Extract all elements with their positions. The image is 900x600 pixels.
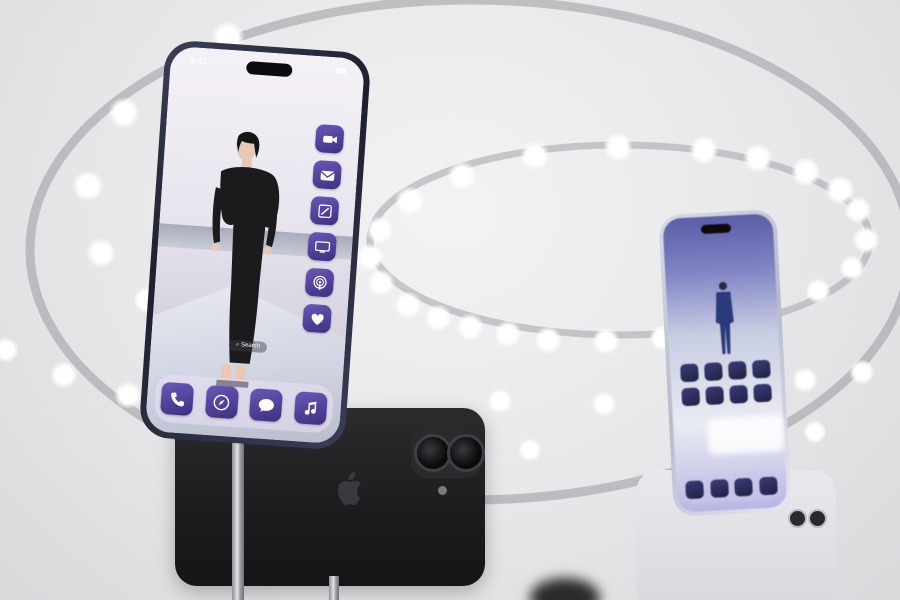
phone-frame xyxy=(658,209,792,517)
phone-icon[interactable] xyxy=(160,381,195,417)
product-display-scene: 9:41 ▮▮▮ ⌕ Search xyxy=(0,0,900,600)
phone-icon[interactable] xyxy=(685,480,705,500)
app-icon[interactable] xyxy=(703,362,723,382)
camera-module xyxy=(788,506,828,532)
status-time: 9:41 xyxy=(190,56,207,67)
phone-frame: 9:41 ▮▮▮ ⌕ Search xyxy=(138,39,372,451)
light-glare xyxy=(706,415,785,455)
app-icon[interactable] xyxy=(729,384,749,404)
apple-logo-icon xyxy=(338,472,361,505)
app-icon[interactable] xyxy=(680,363,699,383)
safari-compass-icon[interactable] xyxy=(709,479,729,498)
camera-module xyxy=(411,426,485,478)
search-label: Search xyxy=(240,342,261,350)
app-grid xyxy=(680,359,774,407)
music-icon[interactable] xyxy=(758,476,778,496)
camera-lens xyxy=(808,509,827,528)
app-icon[interactable] xyxy=(681,387,701,407)
podcasts-icon[interactable] xyxy=(304,267,335,298)
notes-icon[interactable] xyxy=(309,195,340,226)
app-icon[interactable] xyxy=(727,360,747,380)
safari-compass-icon[interactable] xyxy=(204,384,239,420)
mail-icon[interactable] xyxy=(312,159,343,190)
app-column xyxy=(302,124,347,342)
video-camera-icon[interactable] xyxy=(314,124,345,154)
camera-flash xyxy=(438,486,447,495)
app-icon[interactable] xyxy=(705,386,725,406)
app-icon[interactable] xyxy=(753,383,773,403)
music-icon[interactable] xyxy=(293,391,328,426)
app-dock xyxy=(681,471,782,505)
camera-lens xyxy=(447,434,485,472)
tv-icon[interactable] xyxy=(307,231,337,262)
wallpaper-person xyxy=(211,131,280,388)
home-screen xyxy=(662,213,788,513)
messages-icon[interactable] xyxy=(734,477,754,497)
dynamic-island xyxy=(700,223,732,235)
dynamic-island xyxy=(245,60,293,78)
messages-icon[interactable] xyxy=(249,388,284,423)
main-phone: 9:41 ▮▮▮ ⌕ Search xyxy=(138,39,372,451)
battery-icon: ▮▮▮ xyxy=(334,67,347,75)
camera-lens xyxy=(788,509,807,528)
app-icon[interactable] xyxy=(751,359,771,379)
secondary-phone xyxy=(658,209,792,517)
display-stand-rod xyxy=(329,576,339,600)
display-stand-rod xyxy=(232,432,244,600)
health-heart-icon[interactable] xyxy=(302,303,332,334)
wallpaper-person xyxy=(715,282,734,355)
home-screen: 9:41 ▮▮▮ ⌕ Search xyxy=(144,45,366,445)
